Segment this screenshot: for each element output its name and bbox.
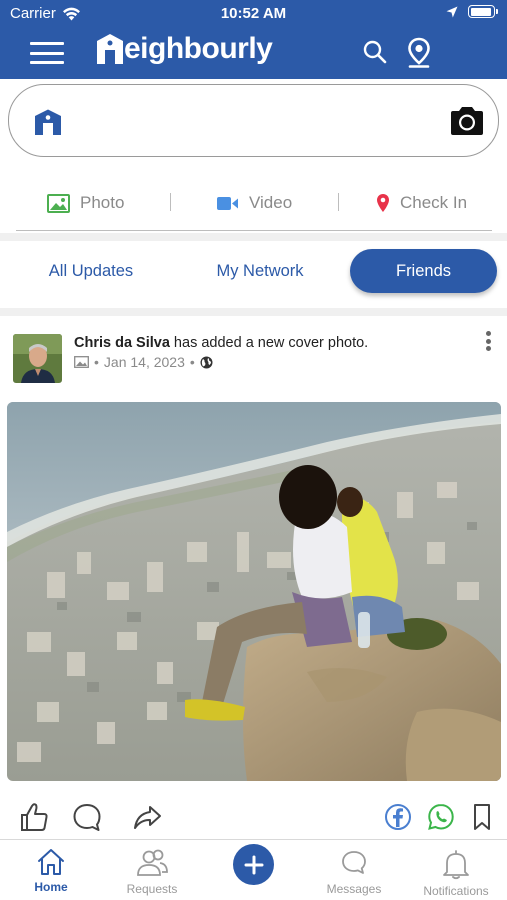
section-gap [0, 308, 507, 316]
status-time: 10:52 AM [220, 5, 287, 22]
bookmark-icon[interactable] [466, 800, 498, 834]
nav-home-label: Home [34, 880, 68, 894]
more-dot [485, 346, 491, 351]
post-action-text: has added a new cover photo. [169, 335, 369, 351]
photo-icon [47, 193, 70, 213]
video-label: Video [249, 193, 293, 212]
search-icon[interactable] [362, 39, 388, 65]
meta-separator: • [94, 354, 99, 370]
map-pin-icon [377, 194, 389, 212]
nav-notifications-label: Notifications [423, 884, 489, 898]
add-post-button[interactable] [233, 844, 274, 885]
chat-bubble-icon [342, 851, 366, 874]
avatar-image [13, 334, 62, 383]
share-icon[interactable] [131, 800, 163, 834]
nav-messages-label: Messages [326, 882, 382, 896]
bottom-navigation: Home Requests Messages Notifications [0, 839, 507, 900]
nav-notifications[interactable]: Notifications [411, 840, 501, 900]
menu-icon-bar [30, 61, 64, 64]
neighbourly-logo-icon [97, 34, 123, 64]
post-author[interactable]: Chris da Silva [74, 335, 170, 351]
app-header: Carrier 10:52 AM eighbourly [0, 0, 507, 79]
photo-label: Photo [80, 193, 125, 212]
app-name: eighbourly [124, 32, 273, 65]
battery-icon [468, 5, 498, 18]
feed-tabs: All Updates My Network Friends [0, 241, 507, 308]
battery-fill [470, 7, 492, 16]
post-date: Jan 14, 2023 [103, 354, 185, 370]
plus-icon [244, 855, 263, 874]
nav-home[interactable]: Home [6, 840, 96, 900]
media-separator [170, 193, 171, 211]
video-icon [217, 196, 238, 210]
tab-all-updates[interactable]: All Updates [32, 249, 150, 293]
post-cover-photo[interactable] [7, 402, 501, 781]
media-separator [338, 193, 339, 211]
post-actions [0, 800, 507, 836]
comment-icon[interactable] [71, 800, 103, 834]
like-icon[interactable] [18, 800, 50, 834]
nav-messages[interactable]: Messages [309, 840, 399, 900]
more-dot [485, 331, 491, 336]
section-gap [0, 233, 507, 241]
facebook-icon[interactable] [382, 800, 414, 834]
neighbourly-logo-icon [35, 109, 61, 135]
bell-icon [443, 850, 469, 880]
post-headline: Chris da Silva has added a new cover pho… [74, 335, 368, 351]
nav-requests-label: Requests [126, 882, 178, 896]
divider [16, 230, 492, 231]
more-dot [485, 338, 491, 344]
meta-separator: • [189, 354, 195, 370]
media-options: Photo Video Check In [0, 180, 507, 226]
status-bar: Carrier 10:52 AM [0, 0, 507, 28]
whatsapp-icon[interactable] [425, 800, 457, 834]
avatar[interactable] [13, 334, 62, 383]
tab-my-network[interactable]: My Network [200, 249, 320, 293]
post-meta: • Jan 14, 2023 • [74, 354, 213, 370]
location-pin-icon[interactable] [405, 37, 433, 69]
nav-row: eighbourly [0, 28, 507, 79]
menu-icon-bar [30, 42, 64, 45]
check-in-button[interactable]: Check In [376, 180, 467, 226]
photo-button[interactable]: Photo [47, 180, 124, 226]
camera-icon[interactable] [448, 105, 486, 137]
home-icon [38, 849, 64, 875]
location-arrow-icon [446, 6, 458, 17]
cover-photo-image [7, 402, 501, 781]
app-logo[interactable]: eighbourly [95, 32, 273, 66]
check-in-label: Check In [400, 193, 468, 212]
menu-button[interactable] [30, 40, 64, 66]
more-options-button[interactable] [484, 331, 492, 351]
video-button[interactable]: Video [216, 180, 292, 226]
people-icon [137, 849, 168, 876]
post-composer[interactable] [8, 84, 499, 157]
globe-icon [200, 356, 213, 368]
tab-friends[interactable]: Friends [350, 249, 497, 293]
image-icon [74, 356, 89, 368]
menu-icon-bar [30, 51, 64, 55]
status-right [446, 5, 498, 18]
nav-requests[interactable]: Requests [107, 840, 197, 900]
